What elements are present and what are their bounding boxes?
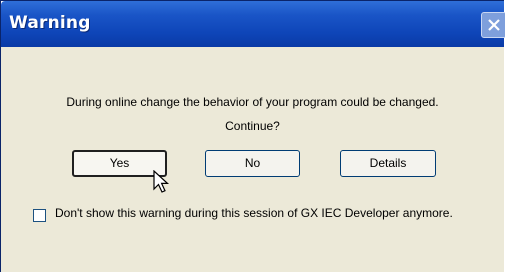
warning-message: During online change the behavior of you… — [66, 95, 439, 109]
no-button[interactable]: No — [205, 150, 300, 177]
close-button[interactable] — [481, 12, 505, 38]
continue-question: Continue? — [225, 119, 280, 133]
dialog-body: During online change the behavior of you… — [1, 47, 504, 272]
title-bar[interactable]: Warning — [1, 1, 505, 47]
close-icon — [488, 19, 500, 31]
mouse-pointer-icon — [153, 170, 170, 193]
dont-show-checkbox[interactable] — [33, 209, 46, 222]
warning-dialog: Warning During online change the behavio… — [0, 0, 505, 272]
dont-show-label[interactable]: Don't show this warning during this sess… — [55, 206, 475, 221]
details-button[interactable]: Details — [340, 150, 436, 177]
dialog-title: Warning — [9, 13, 91, 33]
